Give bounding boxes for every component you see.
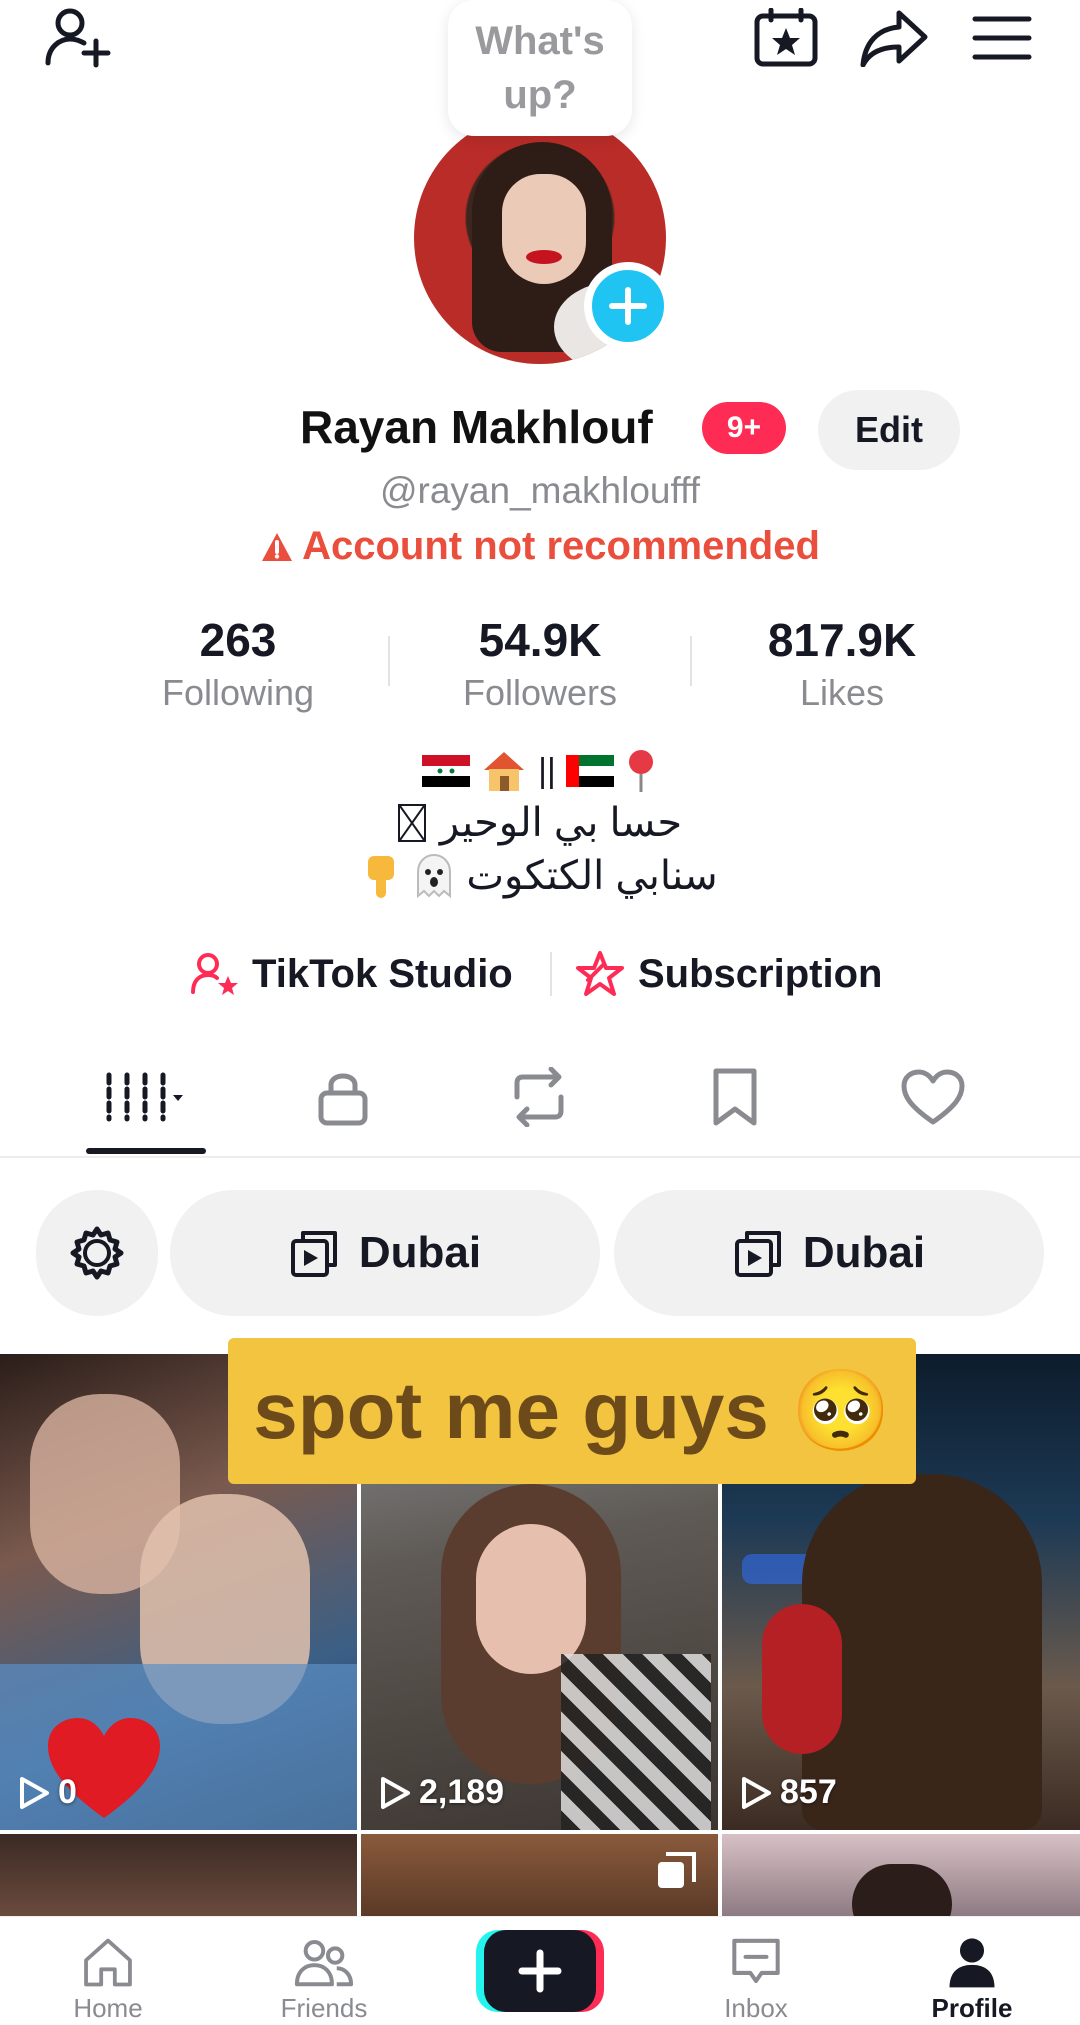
studio-person-icon (191, 953, 238, 995)
status-bubble[interactable]: What's up? (448, 0, 632, 136)
playlist-chip[interactable]: Dubai (170, 1190, 600, 1316)
play-icon (381, 1776, 410, 1809)
gear-icon (70, 1226, 124, 1280)
uae-flag-icon (565, 755, 614, 787)
subscription-link[interactable]: Subscription (574, 944, 882, 1004)
bio-text-2: حسا بي الوحير (439, 801, 683, 845)
likes-count: 817.9K (767, 614, 917, 666)
following-label: Following (161, 672, 315, 713)
video-caption-overlay: spot me guys 🥺 (228, 1338, 916, 1484)
tabs-divider (0, 1156, 1080, 1158)
video-thumbnail[interactable] (0, 1834, 357, 1916)
multi-photo-icon (658, 1852, 696, 1888)
bio-text-3: سنابي الكتكوت (466, 854, 718, 898)
view-count: 857 (740, 1773, 837, 1812)
settings-chip[interactable] (36, 1190, 158, 1316)
warning-icon (262, 532, 293, 561)
warning-text: Account not recommended (302, 524, 820, 568)
tiktok-studio-link[interactable]: TikTok Studio (190, 944, 513, 1004)
stat-likes: 817.9K Likes (692, 610, 992, 716)
likes-label: Likes (799, 672, 885, 713)
bio-line-3: سنابي الكتكوت (0, 852, 1080, 900)
playlist-icon (734, 1231, 781, 1277)
studio-divider (550, 952, 552, 996)
play-icon (20, 1776, 49, 1809)
bookmark-icon (713, 1068, 757, 1126)
share-icon[interactable] (856, 0, 932, 76)
add-friend-icon[interactable] (38, 0, 114, 76)
ghost-icon (417, 853, 452, 899)
inbox-icon (732, 1938, 780, 1983)
video-thumbnail[interactable] (722, 1834, 1080, 1916)
edit-profile-button[interactable]: Edit (818, 390, 960, 470)
bio-line-2: حسا بي الوحير (0, 800, 1080, 846)
studio-label: TikTok Studio (252, 951, 513, 996)
missing-glyph-icon (397, 804, 426, 842)
profile-icon (949, 1938, 995, 1988)
active-tab-indicator (86, 1148, 206, 1154)
profile-handle: @rayan_makhloufff (379, 470, 701, 511)
subscription-star-icon (576, 951, 624, 996)
add-story-button[interactable] (584, 262, 672, 350)
home-icon (84, 1938, 132, 1987)
create-button[interactable] (476, 1930, 604, 2012)
tab-favorites[interactable] (680, 1060, 790, 1134)
menu-icon[interactable] (964, 0, 1040, 76)
stat-followers[interactable]: 54.9K Followers (390, 610, 690, 716)
play-icon (742, 1776, 771, 1809)
heart-icon (901, 1069, 965, 1125)
repost-icon (514, 1067, 564, 1127)
playlist-chip-label: Dubai (358, 1228, 482, 1277)
plus-icon (518, 1949, 562, 1993)
nav-inbox[interactable]: Inbox (676, 1916, 836, 2024)
followers-label: Followers (462, 672, 618, 713)
calendar-star-icon[interactable] (748, 0, 824, 76)
lock-icon (318, 1073, 368, 1126)
plus-icon (609, 287, 647, 325)
tab-liked[interactable] (878, 1060, 988, 1134)
pin-icon (628, 750, 653, 792)
video-thumbnail[interactable] (361, 1834, 718, 1916)
subscription-label: Subscription (638, 951, 883, 996)
playlist-icon (290, 1231, 337, 1277)
tab-reposts[interactable] (484, 1060, 594, 1134)
bio-separator: || (538, 751, 556, 790)
house-icon (484, 752, 525, 791)
profile-name: Rayan Makhlouf (300, 401, 653, 453)
playlist-chip-label: Dubai (802, 1228, 926, 1277)
friends-icon (294, 1939, 354, 1987)
view-count: 2,189 (379, 1773, 504, 1812)
account-warning[interactable]: Account not recommended (0, 524, 1080, 569)
nav-home[interactable]: Home (28, 1916, 188, 2024)
nav-profile[interactable]: Profile (892, 1916, 1052, 2024)
tab-private[interactable] (288, 1060, 398, 1134)
nav-friends[interactable]: Friends (244, 1916, 404, 2024)
pointing-down-icon (368, 856, 395, 898)
playlist-chip[interactable]: Dubai (614, 1190, 1044, 1316)
grid-view-icon (106, 1072, 183, 1122)
following-count: 263 (199, 614, 277, 666)
view-count: 0 (18, 1773, 77, 1812)
syria-flag-icon (422, 755, 471, 787)
stat-following[interactable]: 263 Following (88, 610, 388, 716)
bio-line-1: || (0, 748, 1080, 794)
notification-badge[interactable]: 9+ (702, 402, 786, 454)
followers-count: 54.9K (478, 614, 602, 666)
tab-videos[interactable] (92, 1060, 202, 1134)
